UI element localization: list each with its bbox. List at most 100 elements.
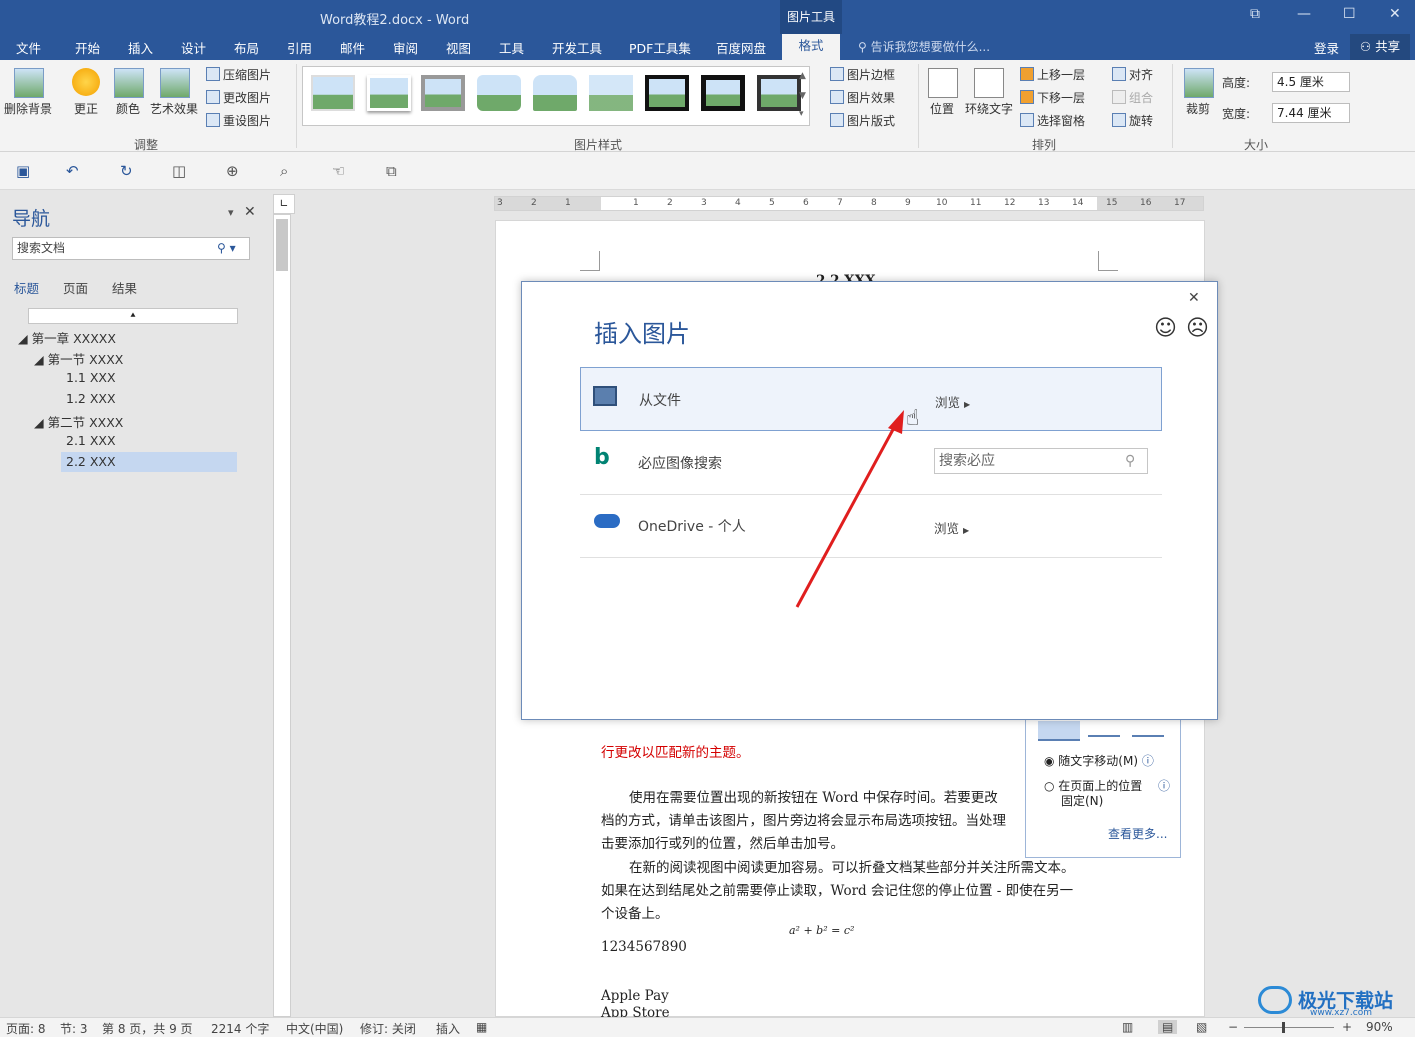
group-objects-button[interactable]: 组合: [1112, 89, 1153, 106]
gallery-scroll-down-icon[interactable]: ▼: [799, 91, 806, 101]
tree-item[interactable]: 1.2 XXX: [66, 391, 116, 406]
tree-item[interactable]: ◢ 第一节 XXXX: [34, 349, 123, 368]
tab-insert[interactable]: 插入: [128, 38, 153, 57]
tab-home[interactable]: 开始: [75, 38, 100, 57]
undo-icon[interactable]: ↶: [66, 162, 79, 180]
see-more-link[interactable]: 查看更多...: [1108, 825, 1167, 842]
tree-item-selected[interactable]: 2.2 XXX: [61, 452, 237, 472]
nav-tab-pages[interactable]: 页面: [63, 278, 88, 297]
change-picture-button[interactable]: 更改图片: [206, 89, 271, 106]
crop-button[interactable]: 裁剪: [1186, 100, 1210, 117]
tab-pdf-tools[interactable]: PDF工具集: [629, 38, 691, 57]
wrap-layout-icon[interactable]: [1088, 723, 1120, 737]
macro-icon[interactable]: ▦: [476, 1020, 487, 1034]
search-icon[interactable]: ⚲ ▾: [217, 238, 236, 259]
status-pages[interactable]: 第 8 页，共 9 页: [102, 1020, 193, 1037]
status-insert-mode[interactable]: 插入: [436, 1020, 460, 1037]
tab-selector-icon[interactable]: ∟: [273, 194, 295, 214]
bing-search-input[interactable]: 搜索必应 ⚲: [934, 448, 1148, 474]
zoom-in-icon[interactable]: +: [1342, 1020, 1352, 1034]
style-thumb[interactable]: [757, 75, 801, 111]
corrections-button[interactable]: 更正: [74, 100, 98, 117]
color-button[interactable]: 颜色: [116, 100, 140, 117]
customize-icon[interactable]: ⧉: [386, 162, 397, 180]
print-preview-icon[interactable]: ⌕: [280, 162, 288, 180]
tree-item[interactable]: ◢ 第二节 XXXX: [34, 412, 123, 431]
print-layout-icon[interactable]: ▤: [1158, 1020, 1178, 1034]
tab-view[interactable]: 视图: [446, 38, 471, 57]
redo-icon[interactable]: ↻: [120, 162, 133, 180]
gallery-scroll-up-icon[interactable]: ▲: [799, 71, 806, 81]
tab-design[interactable]: 设计: [181, 38, 206, 57]
compress-pictures-button[interactable]: 压缩图片: [206, 66, 271, 83]
style-thumb[interactable]: [589, 75, 633, 111]
tab-mailings[interactable]: 邮件: [340, 38, 365, 57]
position-button[interactable]: 位置: [930, 100, 954, 117]
login-link[interactable]: 登录: [1314, 38, 1339, 57]
nav-close-icon[interactable]: ✕: [244, 204, 256, 220]
status-track-changes[interactable]: 修订: 关闭: [360, 1020, 416, 1037]
save-icon[interactable]: ▣: [16, 162, 30, 180]
close-window-button[interactable]: ✕: [1389, 6, 1401, 22]
status-language[interactable]: 中文(中国): [286, 1020, 343, 1037]
style-thumb[interactable]: [421, 75, 465, 111]
move-with-text-radio[interactable]: ◉ 随文字移动(M) ⓘ: [1044, 752, 1154, 769]
status-section[interactable]: 节: 3: [60, 1020, 88, 1037]
tab-tools[interactable]: 工具: [499, 38, 524, 57]
tree-item[interactable]: 2.1 XXX: [66, 433, 116, 448]
scroll-to-top-icon[interactable]: ⯅: [28, 308, 238, 324]
gallery-more-icon[interactable]: ▾: [799, 109, 804, 119]
tree-item[interactable]: 1.1 XXX: [66, 370, 116, 385]
picture-styles-gallery[interactable]: ▲ ▼ ▾: [302, 66, 810, 126]
web-icon[interactable]: ⊕: [226, 162, 239, 180]
style-thumb[interactable]: [311, 75, 355, 111]
collapse-icon[interactable]: ◢: [18, 331, 32, 346]
status-page[interactable]: 页面: 8: [6, 1020, 46, 1037]
tree-item[interactable]: ◢ 第一章 XXXXX: [18, 328, 116, 347]
zoom-slider[interactable]: [1244, 1027, 1334, 1028]
columns-icon[interactable]: ◫: [172, 162, 186, 180]
align-button[interactable]: 对齐: [1112, 66, 1153, 83]
picture-border-button[interactable]: 图片边框: [830, 66, 895, 83]
nav-options-icon[interactable]: ▾: [228, 206, 234, 219]
tell-me-box[interactable]: ⚲ 告诉我您想要做什么...: [858, 38, 990, 55]
picture-effects-button[interactable]: 图片效果: [830, 89, 895, 106]
style-thumb[interactable]: [533, 75, 577, 111]
zoom-level[interactable]: 90%: [1366, 1020, 1393, 1034]
wrap-text-button[interactable]: 环绕文字: [965, 100, 1013, 117]
style-thumb[interactable]: [645, 75, 689, 111]
ribbon-display-options-icon[interactable]: ⧉: [1250, 6, 1260, 22]
zoom-out-icon[interactable]: −: [1228, 1020, 1238, 1034]
browse-link[interactable]: 浏览 ▶: [934, 518, 969, 537]
tab-baidu-netdisk[interactable]: 百度网盘: [716, 38, 766, 57]
status-words[interactable]: 2214 个字: [211, 1020, 269, 1037]
tab-layout[interactable]: 布局: [234, 38, 259, 57]
inline-layout-icon[interactable]: [1038, 721, 1080, 741]
height-field[interactable]: 4.5 厘米: [1272, 72, 1350, 92]
wrap-layout-icon[interactable]: [1132, 723, 1164, 737]
touch-mode-icon[interactable]: ☜: [332, 162, 345, 180]
send-backward-button[interactable]: 下移一层: [1020, 89, 1085, 106]
nav-search-input[interactable]: 搜索文档 ⚲ ▾: [12, 237, 250, 260]
frown-icon[interactable]: ☹: [1186, 316, 1209, 341]
style-thumb[interactable]: [701, 75, 745, 111]
tab-format[interactable]: 格式: [782, 34, 840, 60]
artistic-effects-button[interactable]: 艺术效果: [150, 100, 198, 117]
smile-icon[interactable]: ☺: [1154, 316, 1177, 341]
tab-review[interactable]: 审阅: [393, 38, 418, 57]
reset-picture-button[interactable]: 重设图片: [206, 112, 271, 129]
collapse-icon[interactable]: ◢: [34, 415, 48, 430]
tab-references[interactable]: 引用: [287, 38, 312, 57]
nav-tab-results[interactable]: 结果: [112, 278, 137, 297]
nav-tab-headings[interactable]: 标题: [14, 278, 39, 297]
web-layout-icon[interactable]: ▧: [1196, 1020, 1207, 1034]
maximize-button[interactable]: ☐: [1343, 6, 1356, 22]
read-mode-icon[interactable]: ▥: [1122, 1020, 1133, 1034]
tab-file[interactable]: 文件: [16, 38, 41, 57]
share-button[interactable]: ⚇ 共享: [1350, 34, 1410, 60]
picture-layout-button[interactable]: 图片版式: [830, 112, 895, 129]
remove-background-button[interactable]: 删除背景: [4, 100, 52, 117]
browse-link[interactable]: 浏览 ▶: [935, 392, 970, 411]
zoom-slider-thumb[interactable]: [1282, 1022, 1285, 1033]
minimize-button[interactable]: —: [1297, 6, 1311, 22]
